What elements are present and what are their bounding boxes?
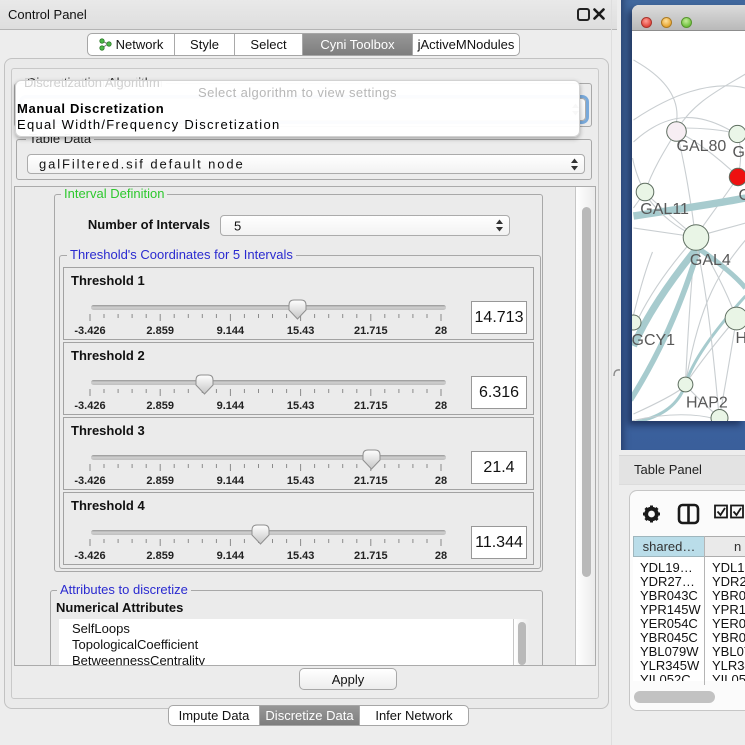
svg-text:HAP2: HAP2 <box>686 395 728 412</box>
svg-text:GCY1: GCY1 <box>632 332 675 349</box>
svg-text:GAL11: GAL11 <box>640 201 689 218</box>
svg-text:GAL4: GAL4 <box>689 252 730 269</box>
svg-text:HIS: HIS <box>735 330 745 347</box>
svg-text:GAL: GAL <box>732 144 745 161</box>
svg-text:GAL80: GAL80 <box>676 138 726 155</box>
svg-text:CY: CY <box>738 187 745 204</box>
